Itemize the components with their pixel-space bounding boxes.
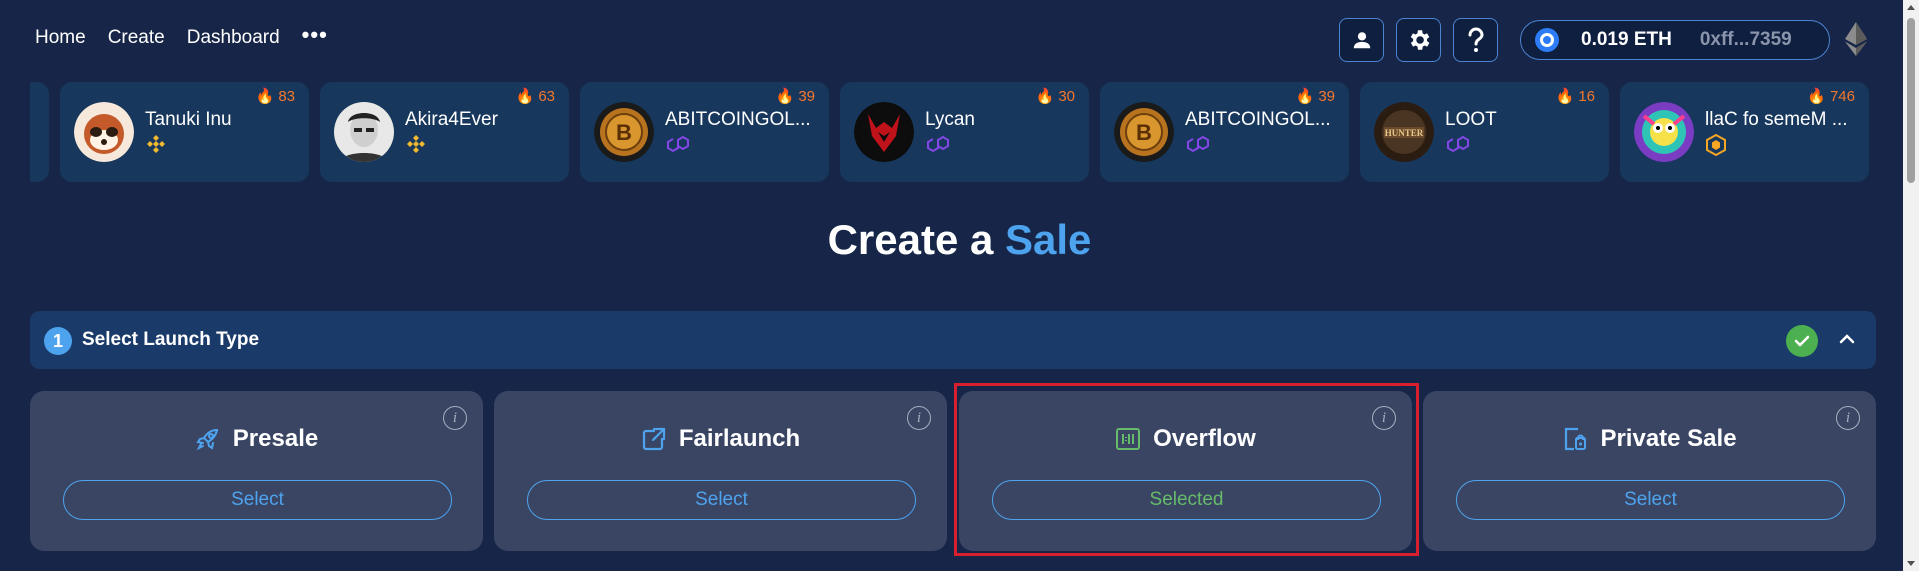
token-avatar — [1634, 102, 1694, 162]
trending-card[interactable]: HUNTER LOOT 🔥 16 — [1360, 82, 1609, 182]
polygon-chain-icon — [666, 134, 690, 159]
token-name: Akira4Ever — [405, 109, 498, 130]
token-avatar — [334, 102, 394, 162]
private-sale-icon — [1565, 427, 1587, 451]
trending-strip: . Tanuki Inu 🔥83 Akira4Ever 🔥63 B ABITCO… — [30, 82, 1872, 182]
launch-type-section-header[interactable]: 1 Select Launch Type — [30, 311, 1876, 369]
scrollbar-thumb[interactable] — [1907, 18, 1915, 183]
wallet-address: 0xff...7359 — [1699, 29, 1792, 50]
nav-home[interactable]: Home — [35, 27, 86, 49]
bnb-chain-icon — [406, 134, 426, 159]
svg-text:HUNTER: HUNTER — [1385, 128, 1424, 138]
base-chain-icon — [1706, 133, 1726, 161]
fire-icon: 🔥 — [255, 88, 275, 105]
question-icon — [1468, 27, 1484, 52]
token-name: Lycan — [925, 109, 975, 130]
page-scrollbar[interactable] — [1903, 0, 1919, 571]
check-icon — [1786, 325, 1818, 357]
polygon-chain-icon — [1186, 134, 1210, 159]
option-title: Private Sale — [1600, 425, 1737, 452]
option-title: Fairlaunch — [678, 425, 801, 452]
heat-score: 🔥 83 — [255, 87, 295, 106]
heat-score: 🔥 16 — [1555, 87, 1595, 106]
token-name: ABITCOINGOL... — [665, 109, 811, 130]
option-card-private-sale: i Private Sale Select — [1423, 391, 1876, 551]
nav-create[interactable]: Create — [108, 27, 165, 49]
wallet-balance: 0.019 ETH — [1581, 29, 1672, 50]
fire-icon: 🔥 — [1035, 88, 1055, 105]
fire-icon: 🔥 — [515, 88, 535, 105]
profile-button[interactable] — [1339, 18, 1384, 62]
ethereum-icon[interactable] — [1845, 22, 1867, 56]
token-icon — [1535, 28, 1559, 52]
settings-button[interactable] — [1396, 18, 1441, 62]
polygon-chain-icon — [926, 134, 950, 159]
top-bar: Home Create Dashboard ••• 0.019 ETH 0xff… — [0, 0, 1919, 80]
option-title: Presale — [232, 425, 319, 452]
help-button[interactable] — [1453, 18, 1498, 62]
scroll-up-icon[interactable] — [1907, 5, 1915, 10]
nav-dashboard[interactable]: Dashboard — [187, 27, 280, 49]
fire-icon: 🔥 — [775, 88, 795, 105]
token-avatar: B — [594, 102, 654, 162]
token-avatar: HUNTER — [1374, 102, 1434, 162]
trending-card[interactable]: B ABITCOINGOL... 🔥 39 — [1100, 82, 1349, 182]
user-icon — [1353, 32, 1370, 49]
trending-card[interactable]: Akira4Ever 🔥 63 — [320, 82, 569, 182]
gear-icon — [1410, 30, 1429, 50]
more-menu-icon[interactable]: ••• — [302, 22, 328, 48]
trending-card[interactable]: Tanuki Inu 🔥 83 — [60, 82, 309, 182]
option-card-presale: i Presale Select — [30, 391, 483, 551]
token-name: ABITCOINGOL... — [1185, 109, 1331, 130]
heat-score: 🔥 746 — [1807, 87, 1855, 106]
token-avatar — [854, 102, 914, 162]
step-number: 1 — [44, 327, 72, 355]
trending-card[interactable]: . — [30, 82, 49, 182]
heat-score: 🔥 39 — [775, 87, 815, 106]
page-title: Create a Sale — [827, 216, 1092, 263]
select-private-sale-button[interactable]: Select — [1456, 480, 1845, 520]
token-name: Tanuki Inu — [145, 109, 232, 130]
svg-text:B: B — [616, 120, 632, 145]
main-nav: Home Create Dashboard ••• — [35, 22, 350, 49]
trending-card[interactable]: Lycan 🔥 30 — [840, 82, 1089, 182]
token-name: llaC fo semeM ... — [1705, 109, 1848, 130]
token-avatar: B — [1114, 102, 1174, 162]
rocket-icon — [196, 428, 219, 451]
polygon-chain-icon — [1446, 134, 1470, 159]
fire-icon: 🔥 — [1295, 88, 1315, 105]
wallet-button[interactable]: 0.019 ETH 0xff...7359 — [1520, 20, 1830, 60]
external-link-icon — [642, 427, 666, 451]
svg-text:B: B — [1136, 120, 1152, 145]
token-name: LOOT — [1445, 109, 1497, 130]
chevron-up-icon[interactable] — [1836, 328, 1858, 350]
token-avatar — [74, 102, 134, 162]
select-presale-button[interactable]: Select — [63, 480, 452, 520]
fire-icon: 🔥 — [1555, 88, 1575, 105]
heat-score: 🔥 39 — [1295, 87, 1335, 106]
trending-card[interactable]: llaC fo semeM ... 🔥 746 — [1620, 82, 1869, 182]
option-card-fairlaunch: i Fairlaunch Select — [494, 391, 947, 551]
scroll-down-icon[interactable] — [1907, 561, 1915, 566]
trending-card[interactable]: B ABITCOINGOL... 🔥 39 — [580, 82, 829, 182]
bnb-chain-icon — [146, 134, 166, 159]
heat-score: 🔥 63 — [515, 87, 555, 106]
selection-highlight — [954, 383, 1419, 556]
section-label: Select Launch Type — [82, 329, 260, 350]
heat-score: 🔥 30 — [1035, 87, 1075, 106]
fire-icon: 🔥 — [1807, 88, 1826, 105]
select-fairlaunch-button[interactable]: Select — [527, 480, 916, 520]
